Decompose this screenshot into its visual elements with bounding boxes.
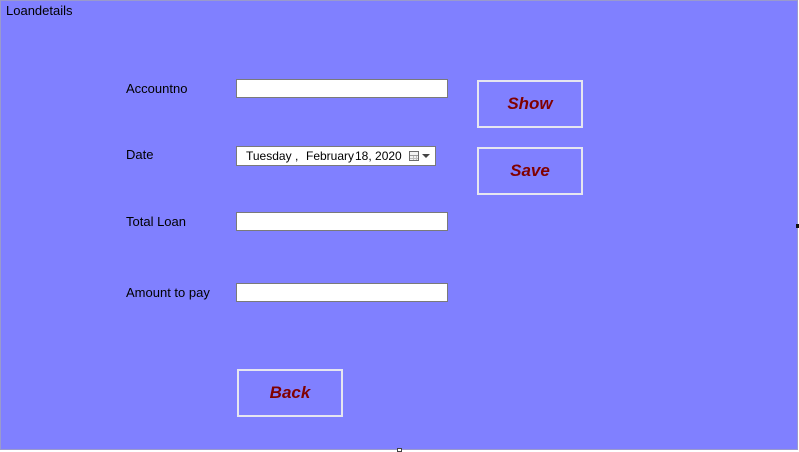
save-button[interactable]: Save (477, 147, 583, 195)
date-day-year: 18, 2020 (355, 149, 402, 163)
amount-to-pay-label: Amount to pay (126, 285, 210, 300)
window-title: Loandetails (6, 3, 73, 18)
resize-handle-bottom[interactable] (397, 448, 402, 452)
date-dropdown-button[interactable] (409, 150, 431, 162)
accountno-input[interactable] (236, 79, 448, 98)
accountno-label: Accountno (126, 81, 188, 96)
total-loan-label: Total Loan (126, 214, 186, 229)
back-button[interactable]: Back (237, 369, 343, 417)
chevron-down-icon (422, 154, 430, 158)
date-month: February (306, 149, 355, 163)
date-label: Date (126, 147, 154, 162)
show-button[interactable]: Show (477, 80, 583, 128)
calendar-icon (409, 151, 419, 161)
amount-to-pay-input[interactable] (236, 283, 448, 302)
date-picker[interactable]: Tuesday , February 18, 2020 (236, 146, 436, 166)
loan-details-form: Loandetails Accountno Date Tuesday , Feb… (0, 0, 798, 450)
total-loan-input[interactable] (236, 212, 448, 231)
date-separator: , (295, 149, 299, 163)
date-weekday: Tuesday (246, 149, 292, 163)
